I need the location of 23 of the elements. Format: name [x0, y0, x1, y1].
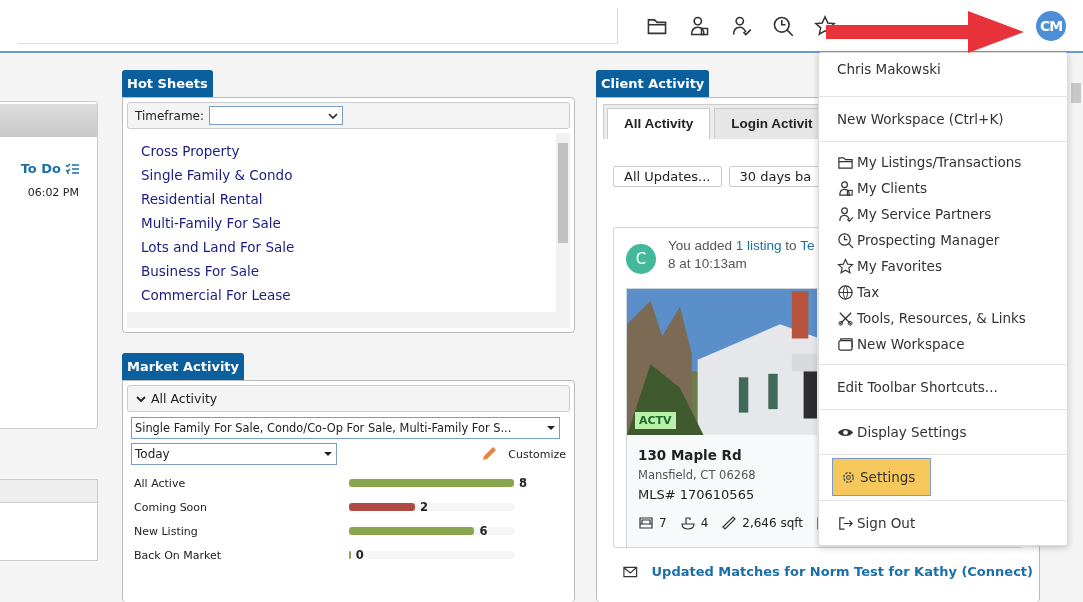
activity-count: 8	[519, 476, 527, 490]
time-label: 06:02 PM	[27, 186, 79, 199]
status-badge: ACTV	[635, 412, 676, 429]
beds-count: 7	[659, 516, 667, 530]
activity-count: 6	[479, 524, 488, 538]
activity-label: Back On Market	[133, 548, 223, 562]
widget-title: Hot Sheets	[122, 70, 213, 97]
widget-title: Client Activity	[596, 70, 710, 97]
activity-count: 2	[420, 500, 428, 514]
listing-address: 130 Maple Rd	[638, 447, 742, 463]
activity-date: 8 at 10:13am	[668, 256, 748, 271]
activity-label: New Listing	[133, 524, 199, 538]
client-avatar: C	[626, 244, 656, 274]
activity-count: 0	[355, 548, 364, 562]
activity-label: All Active	[133, 476, 187, 490]
listing-city: Mansfield, CT 06268	[638, 468, 756, 482]
timeframe-label: Timeframe:	[135, 108, 204, 123]
activity-text: You added 1 listing to Te	[668, 238, 815, 253]
activity-label: Coming Soon	[133, 500, 209, 514]
mls-number: MLS# 170610565	[638, 487, 755, 502]
square-footage: 2,646 sqft	[742, 516, 804, 530]
baths-count: 4	[700, 516, 709, 530]
widget-title: Market Activity	[122, 353, 245, 380]
